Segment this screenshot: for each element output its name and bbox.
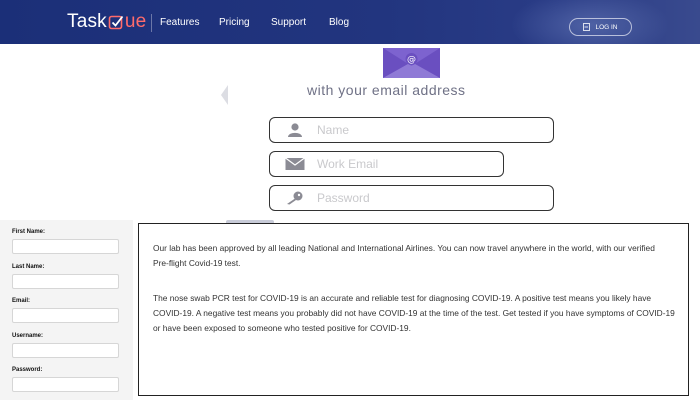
- username-label: Username:: [12, 333, 44, 339]
- info-paragraph-2: The nose swab PCR test for COVID-19 is a…: [153, 293, 675, 333]
- email-label: Email:: [12, 298, 31, 304]
- user-icon: [288, 123, 302, 137]
- key-icon: [287, 191, 303, 205]
- nav-link-blog[interactable]: Blog: [329, 17, 349, 28]
- password-placeholder: Password: [317, 191, 370, 205]
- last-name-input[interactable]: [12, 274, 119, 289]
- chevron-left-icon[interactable]: [219, 85, 228, 105]
- nav-link-features[interactable]: Features: [160, 17, 199, 28]
- envelope-icon: @: [383, 48, 440, 78]
- covid-test-info-box: Our lab has been approved by all leading…: [138, 223, 689, 396]
- logo-text-task: Task: [67, 11, 107, 32]
- nav-link-support[interactable]: Support: [271, 17, 306, 28]
- password-label: Password:: [12, 367, 43, 373]
- svg-text:@: @: [407, 55, 416, 65]
- login-button[interactable]: LOG IN: [569, 18, 632, 36]
- first-name-label: First Name:: [12, 229, 46, 235]
- top-nav-bar: Task ue Features Pricing Support Blog LO…: [0, 0, 700, 44]
- login-label: LOG IN: [595, 23, 618, 31]
- registration-form: First Name: Last Name: Email: Username: …: [0, 220, 133, 400]
- side-password-input[interactable]: [12, 377, 119, 392]
- work-email-field[interactable]: Work Email: [269, 151, 504, 177]
- nav-link-pricing[interactable]: Pricing: [219, 17, 250, 28]
- logo-text-ue: ue: [124, 11, 147, 32]
- taskque-logo[interactable]: Task ue: [67, 10, 146, 34]
- email-signup-heading: with your email address: [307, 82, 466, 98]
- logo-check-icon: [108, 15, 124, 30]
- email-input[interactable]: [12, 308, 119, 323]
- envelope-icon: [285, 157, 305, 170]
- name-placeholder: Name: [317, 123, 350, 137]
- login-icon: [583, 23, 591, 31]
- nav-divider: [151, 14, 152, 32]
- first-name-input[interactable]: [12, 239, 119, 254]
- info-paragraph-1: Our lab has been approved by all leading…: [153, 243, 655, 268]
- last-name-label: Last Name:: [12, 264, 45, 270]
- work-email-placeholder: Work Email: [317, 157, 379, 171]
- name-field[interactable]: Name: [269, 117, 554, 143]
- password-field[interactable]: Password: [269, 185, 554, 211]
- username-input[interactable]: [12, 343, 119, 358]
